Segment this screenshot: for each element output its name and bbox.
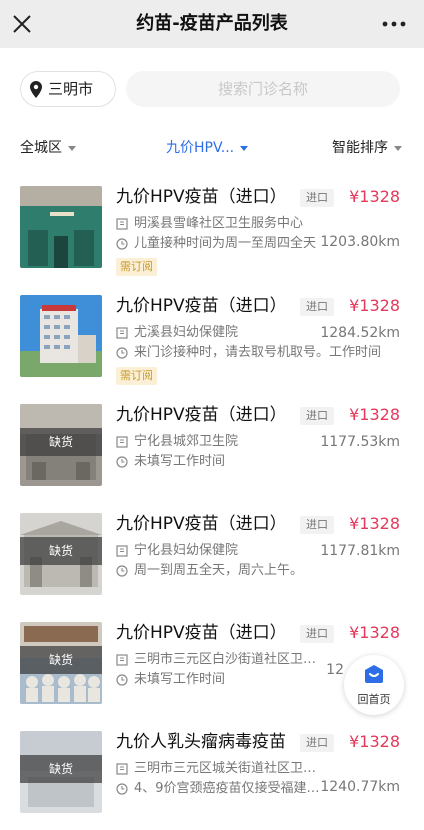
price: ¥1328: [349, 405, 400, 424]
clinic-name: 宁化县妇幼保健院: [134, 543, 239, 558]
import-tag: 进口: [300, 516, 334, 534]
product-filter-label: 九价HPV...: [166, 140, 235, 156]
out-of-stock-label: 缺货: [20, 646, 102, 674]
district-filter[interactable]: 全城区: [20, 130, 76, 166]
clinic-icon: [116, 327, 128, 339]
clinic-photo: 缺货: [20, 731, 102, 813]
import-tag: 进口: [300, 734, 334, 752]
price: ¥1328: [349, 514, 400, 533]
clinic-photo: 缺货: [20, 513, 102, 595]
caret-down-icon: [68, 145, 76, 151]
clinic-icon: [116, 436, 128, 448]
clinic-icon: [116, 545, 128, 557]
sort-filter-label: 智能排序: [332, 140, 388, 156]
district-filter-label: 全城区: [20, 140, 62, 156]
vaccine-name: 九价HPV疫苗（进口）: [116, 514, 287, 534]
filter-bar: 全城区 九价HPV... 智能排序: [0, 130, 424, 166]
working-hours: 4、9价宫颈癌疫苗仅接受福建户籍: [134, 781, 320, 796]
list-item[interactable]: 九价HPV疫苗（进口） 进口 ¥1328 明溪县雪峰社区卫生服务中心 儿童接种时…: [0, 176, 424, 276]
clinic-photo: 缺货: [20, 404, 102, 486]
clock-icon: [116, 456, 128, 468]
search-input[interactable]: 搜索门诊名称: [126, 71, 400, 107]
vaccine-name: 九价HPV疫苗（进口）: [116, 296, 287, 316]
clinic-photo: 缺货: [20, 622, 102, 704]
working-hours: 儿童接种时间为周一至周四全天: [134, 236, 317, 251]
working-hours: 未填写工作时间: [134, 672, 226, 687]
price: ¥1328: [349, 732, 400, 751]
working-hours: 周一到周五全天，周六上午。: [134, 563, 304, 578]
import-tag: 进口: [300, 189, 334, 207]
working-hours: 未填写工作时间: [134, 454, 226, 469]
home-button-label: 回首页: [357, 693, 391, 706]
price: ¥1328: [349, 296, 400, 315]
search-row: 三明市 搜索门诊名称: [0, 48, 424, 130]
clinic-row: 三明市三元区城关街道社区卫生服务中心: [116, 759, 406, 779]
clock-icon: [116, 347, 128, 359]
distance: 1177.81km: [320, 543, 400, 559]
hours-row: 来门诊接种时，请去取号机取号。工作时间: [116, 343, 406, 363]
hours-row: 未填写工作时间: [116, 452, 406, 472]
import-tag: 进口: [300, 298, 334, 316]
vaccine-name: 九价人乳头瘤病毒疫苗: [116, 732, 286, 752]
clock-icon: [116, 565, 128, 577]
distance: 1177.53km: [320, 434, 400, 450]
vaccine-name: 九价HPV疫苗（进口）: [116, 405, 287, 425]
clinic-photo: [20, 186, 102, 268]
clinic-photo: [20, 295, 102, 377]
clinic-name: 三明市三元区城关街道社区卫生服务中心: [134, 761, 326, 776]
caret-down-icon: [394, 145, 402, 151]
list-item[interactable]: 缺货 九价HPV疫苗（进口） 进口 ¥1328 宁化县城郊卫生院 未填写工作时间…: [0, 394, 424, 494]
list-item[interactable]: 缺货 九价人乳头瘤病毒疫苗 进口 ¥1328 三明市三元区城关街道社区卫生服务中…: [0, 721, 424, 821]
more-menu-icon[interactable]: [382, 20, 406, 28]
back-to-home-button[interactable]: 回首页: [344, 655, 404, 715]
clock-icon: [116, 674, 128, 686]
out-of-stock-label: 缺货: [20, 537, 102, 565]
list-item[interactable]: 九价HPV疫苗（进口） 进口 ¥1328 尤溪县妇幼保健院 来门诊接种时，请去取…: [0, 285, 424, 385]
city-selector[interactable]: 三明市: [20, 71, 116, 107]
location-pin-icon: [30, 81, 42, 98]
distance: 1240.77km: [320, 779, 400, 795]
clinic-name: 三明市三元区白沙街道社区卫生服务中心: [134, 652, 326, 667]
sort-filter[interactable]: 智能排序: [332, 130, 402, 166]
price: ¥1328: [349, 623, 400, 642]
home-icon: [365, 665, 383, 683]
product-filter[interactable]: 九价HPV...: [166, 130, 249, 166]
distance: 1203.80km: [320, 234, 400, 250]
city-label: 三明市: [48, 80, 94, 98]
subscribe-badge: 需订阅: [116, 258, 157, 276]
caret-down-icon: [240, 145, 249, 151]
import-tag: 进口: [300, 407, 334, 425]
vaccine-name: 九价HPV疫苗（进口）: [116, 187, 287, 207]
clinic-name: 尤溪县妇幼保健院: [134, 325, 239, 340]
subscribe-badge: 需订阅: [116, 367, 157, 385]
clinic-icon: [116, 218, 128, 230]
import-tag: 进口: [300, 625, 334, 643]
page-title: 约苗-疫苗产品列表: [136, 13, 288, 34]
price: ¥1328: [349, 187, 400, 206]
out-of-stock-label: 缺货: [20, 428, 102, 456]
hours-row: 周一到周五全天，周六上午。: [116, 561, 406, 581]
clinic-icon: [116, 763, 128, 775]
clock-icon: [116, 783, 128, 795]
clinic-name: 宁化县城郊卫生院: [134, 434, 239, 449]
clinic-icon: [116, 654, 128, 666]
clinic-row: 明溪县雪峰社区卫生服务中心: [116, 214, 406, 234]
distance: 12: [326, 662, 344, 678]
out-of-stock-label: 缺货: [20, 755, 102, 783]
title-bar: 约苗-疫苗产品列表: [0, 0, 424, 48]
clinic-name: 明溪县雪峰社区卫生服务中心: [134, 216, 304, 231]
vaccine-name: 九价HPV疫苗（进口）: [116, 623, 287, 643]
working-hours: 来门诊接种时，请去取号机取号。工作时间: [134, 345, 382, 360]
list-item[interactable]: 缺货 九价HPV疫苗（进口） 进口 ¥1328 宁化县妇幼保健院 周一到周五全天…: [0, 503, 424, 603]
clock-icon: [116, 238, 128, 250]
distance: 1284.52km: [320, 325, 400, 341]
